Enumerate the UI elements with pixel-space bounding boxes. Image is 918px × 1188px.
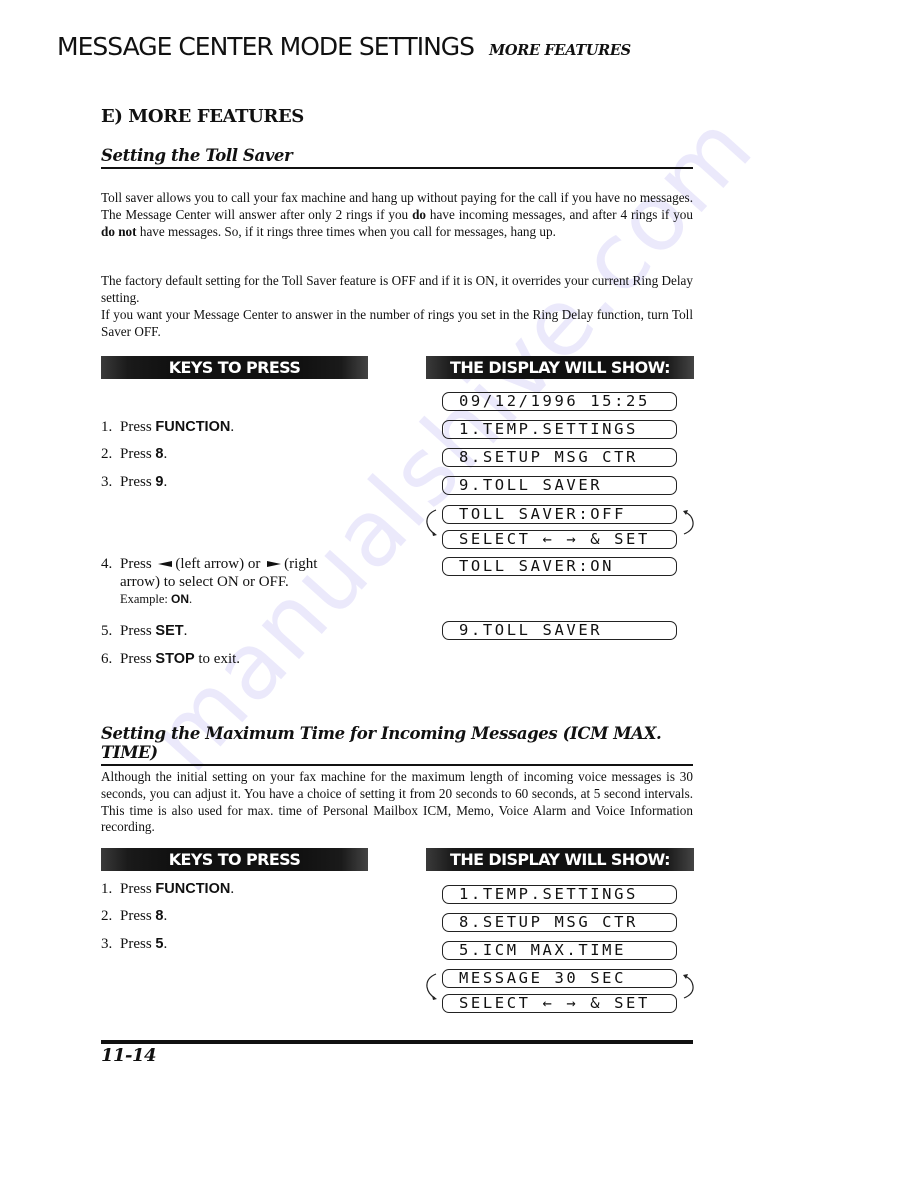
step-text: (right — [284, 556, 318, 572]
lcd-display: TOLL SAVER:ON — [442, 557, 677, 576]
lcd-display: 8.SETUP MSG CTR — [442, 448, 677, 467]
right-arrow-icon — [267, 560, 282, 567]
key-5: 5 — [155, 936, 164, 952]
lcd-display: 9.TOLL SAVER — [442, 621, 677, 640]
step-text: . — [163, 908, 168, 924]
lcd-display: 1.TEMP.SETTINGS — [442, 885, 677, 904]
lcd-display: SELECT ← → & SET — [442, 530, 677, 549]
step-text: Press — [120, 623, 156, 639]
toll-saver-paragraph-3: If you want your Message Center to answe… — [101, 307, 693, 339]
step-text: . — [163, 936, 168, 952]
step-2: 2. Press 8. — [101, 446, 167, 463]
step-5: 5. Press SET. — [101, 623, 187, 640]
key-function: FUNCTION — [155, 881, 231, 897]
step-text: . — [163, 446, 168, 462]
lcd-display: 09/12/1996 15:25 — [442, 392, 677, 411]
step-3: 3. Press 5. — [101, 936, 167, 953]
step-example: Example: ON. — [101, 592, 317, 607]
lcd-display: SELECT ← → & SET — [442, 994, 677, 1013]
lcd-display: 5.ICM MAX.TIME — [442, 941, 677, 960]
key-8: 8 — [155, 908, 164, 924]
toll-saver-heading: Setting the Toll Saver — [101, 146, 693, 169]
step-text: to exit. — [194, 651, 241, 667]
chapter-subtitle: MORE FEATURES — [489, 42, 631, 59]
left-arrow-icon — [158, 560, 173, 567]
display-will-show-banner: THE DISPLAY WILL SHOW: — [426, 356, 694, 379]
display-will-show-banner: THE DISPLAY WILL SHOW: — [426, 848, 694, 871]
key-stop: STOP — [155, 651, 195, 667]
emphasis-do: do — [412, 206, 426, 222]
step-number: 1. — [101, 881, 113, 897]
step-text: Press — [120, 936, 156, 952]
text-run: have incoming messages, and after 4 ring… — [426, 206, 693, 222]
key-set: SET — [155, 623, 184, 639]
step-number: 2. — [101, 908, 113, 924]
section-title: E) MORE FEATURES — [101, 106, 304, 127]
step-number: 3. — [101, 474, 113, 490]
step-text: Press — [120, 556, 156, 572]
key-function: FUNCTION — [155, 419, 231, 435]
step-number: 6. — [101, 651, 113, 667]
cycle-arrow-right-icon — [683, 974, 694, 999]
step-text: Press — [120, 881, 156, 897]
step-text: . — [230, 419, 235, 435]
cycle-arrow-left-icon — [426, 973, 437, 1000]
step-number: 5. — [101, 623, 113, 639]
chapter-title: MESSAGE CENTER MODE SETTINGS — [57, 32, 475, 61]
step-text: . — [230, 881, 235, 897]
step-1: 1. Press FUNCTION. — [101, 419, 234, 436]
step-number: 3. — [101, 936, 113, 952]
step-text: Press — [120, 419, 156, 435]
keys-to-press-banner: KEYS TO PRESS — [101, 356, 368, 379]
step-text: Press — [120, 446, 156, 462]
lcd-display: TOLL SAVER:OFF — [442, 505, 677, 524]
toll-saver-paragraph-1: Toll saver allows you to call your fax m… — [101, 190, 693, 240]
step-number: 2. — [101, 446, 113, 462]
step-continuation: arrow) to select ON or OFF. — [120, 574, 289, 590]
step-text: Press — [120, 908, 156, 924]
step-text: . — [163, 474, 168, 490]
footer-rule — [101, 1040, 693, 1044]
lcd-display: MESSAGE 30 SEC — [442, 969, 677, 988]
step-1: 1. Press FUNCTION. — [101, 881, 234, 898]
page-header: MESSAGE CENTER MODE SETTINGS MORE FEATUR… — [57, 32, 631, 61]
step-text: Press — [120, 651, 156, 667]
example-label: Example: — [120, 592, 172, 606]
emphasis-do-not: do not — [101, 223, 137, 239]
icm-max-time-heading: Setting the Maximum Time for Incoming Me… — [101, 724, 693, 766]
step-text: . — [189, 592, 193, 606]
cycle-arrow-right-icon — [683, 510, 694, 535]
toll-saver-paragraph-2: The factory default setting for the Toll… — [101, 273, 693, 305]
key-8: 8 — [155, 446, 164, 462]
step-4: 4. Press (left arrow) or (right arrow) to… — [101, 556, 317, 607]
lcd-display: 1.TEMP.SETTINGS — [442, 420, 677, 439]
step-text: Press — [120, 474, 156, 490]
icm-max-time-paragraph: Although the initial setting on your fax… — [101, 769, 693, 835]
step-number: 4. — [101, 556, 113, 572]
text-run: have messages. So, if it rings three tim… — [136, 223, 556, 239]
key-9: 9 — [155, 474, 164, 490]
step-2: 2. Press 8. — [101, 908, 167, 925]
keys-to-press-banner: KEYS TO PRESS — [101, 848, 368, 871]
lcd-display: 8.SETUP MSG CTR — [442, 913, 677, 932]
step-3: 3. Press 9. — [101, 474, 167, 491]
step-6: 6. Press STOP to exit. — [101, 651, 240, 668]
step-text: . — [183, 623, 188, 639]
step-number: 1. — [101, 419, 113, 435]
step-text: (left arrow) or — [175, 556, 265, 572]
page-number: 11-14 — [101, 1045, 157, 1066]
example-value: ON — [171, 592, 190, 606]
cycle-arrow-left-icon — [426, 509, 437, 536]
lcd-display: 9.TOLL SAVER — [442, 476, 677, 495]
